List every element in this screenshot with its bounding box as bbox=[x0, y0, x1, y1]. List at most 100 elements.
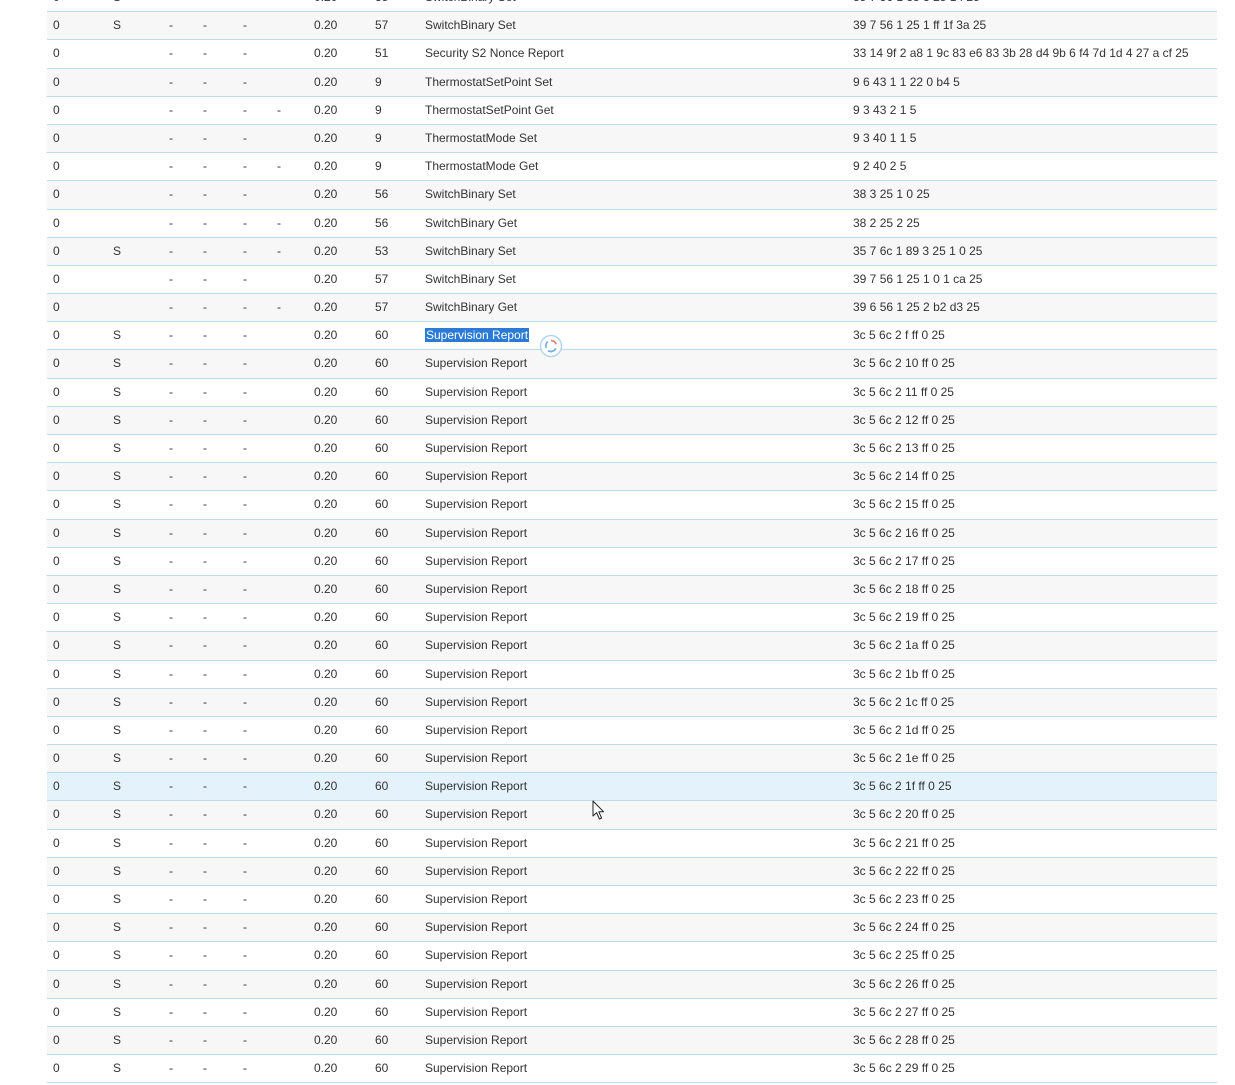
payload-cell: 3c 5 6c 2 27 ff 0 25 bbox=[853, 1004, 955, 1019]
table-row[interactable]: 0 S - - - 0.20 35 SwitchBinary Set 35 7 56 1 35 … bbox=[47, 0, 1217, 13]
table-row[interactable]: 0 S - - - 0.20 60 Supervision Report 3c 5 6c 2 f… bbox=[47, 322, 1217, 351]
dash-cell: - bbox=[203, 187, 207, 202]
table-row[interactable]: 0 S - - - 0.20 60 Supervision Report 3c 5 6c 2 1… bbox=[47, 745, 1217, 774]
dash-cell: - bbox=[203, 835, 207, 850]
table-row[interactable]: 0 - - - 0.20 9 ThermostatMode Set 9 3 40 1 1 5 bbox=[47, 124, 1217, 154]
status-cell: 0 bbox=[53, 863, 60, 878]
dash-cell: - bbox=[169, 525, 173, 540]
security-flag-cell: S bbox=[113, 1061, 122, 1076]
command-name-cell: Supervision Report bbox=[425, 553, 528, 568]
table-row[interactable]: 0 S - - - 0.20 60 Supervision Report 3c 5 6c 2 2… bbox=[47, 857, 1217, 886]
payload-cell: 35 7 6c 1 89 3 25 1 0 25 bbox=[853, 243, 983, 258]
security-flag-cell: S bbox=[113, 412, 122, 427]
table-row[interactable]: 0 S - - - 0.20 60 Supervision Report 3c 5 6c 2 1… bbox=[47, 604, 1217, 633]
command-class-cell: 60 bbox=[375, 722, 389, 737]
dash-cell: - bbox=[243, 892, 247, 906]
command-class-cell: 60 bbox=[375, 469, 389, 484]
version-cell: 0.20 bbox=[314, 638, 338, 653]
command-class-cell: 60 bbox=[375, 948, 389, 963]
table-row[interactable]: 0 S - - - 0.20 60 Supervision Report 3c 5 6c 2 1… bbox=[47, 519, 1217, 548]
command-name-cell: SwitchBinary Set bbox=[425, 18, 516, 33]
command-name-cell: Supervision Report bbox=[425, 863, 528, 878]
status-cell: 0 bbox=[53, 1061, 60, 1076]
command-name-cell: Security S2 Nonce Report bbox=[425, 46, 564, 61]
table-row[interactable]: 0 S - - - 0.20 60 Supervision Report 3c 5 6c 2 2… bbox=[47, 1055, 1217, 1084]
command-class-cell: 60 bbox=[375, 863, 389, 878]
table-row[interactable]: 0 S - - - 0.20 57 SwitchBinary Set 39 7 56 1 25 … bbox=[47, 12, 1217, 41]
table-row[interactable]: 0 - - - 0.20 57 SwitchBinary Set 39 7 56 1 25 1… bbox=[47, 265, 1217, 295]
payload-cell: 3c 5 6c 2 29 ff 0 25 bbox=[853, 1061, 955, 1076]
table-row[interactable]: 0 S - - - 0.20 60 Supervision Report 3c 5 6c 2 1… bbox=[47, 773, 1217, 802]
table-row[interactable]: 0 - - - - 0.20 9 ThermostatMode Get 9 2 40 2 5 bbox=[47, 153, 1217, 182]
table-row[interactable]: 0 S - - - 0.20 60 Supervision Report 3c 5 6c 2 2… bbox=[47, 1026, 1217, 1056]
table-row[interactable]: 0 S - - - 0.20 60 Supervision Report 3c 5 6c 2 1… bbox=[47, 688, 1217, 717]
command-name-cell: Supervision Report bbox=[425, 779, 528, 794]
dash-cell: - bbox=[169, 384, 173, 399]
table-row[interactable]: 0 S - - - 0.20 60 Supervision Report 3c 5 6c 2 1… bbox=[47, 716, 1217, 746]
table-row[interactable]: 0 - - - 0.20 51 Security S2 Nonce Report 33 14 … bbox=[47, 40, 1217, 69]
dash-cell: - bbox=[243, 1061, 247, 1076]
table-row[interactable]: 0 S - - - 0.20 60 Supervision Report 3c 5 6c 2 2… bbox=[47, 998, 1217, 1027]
payload-cell: 3c 5 6c 2 14 ff 0 25 bbox=[853, 469, 955, 484]
command-name-cell: Supervision Report bbox=[425, 469, 528, 484]
table-row[interactable]: 0 S - - - - 0.20 53 SwitchBinary Set 35 7 6c 1 89… bbox=[47, 237, 1217, 266]
dash-cell: - bbox=[169, 666, 173, 681]
version-cell: 0.20 bbox=[314, 412, 338, 427]
dash-cell: - bbox=[243, 243, 247, 258]
dash-cell: - bbox=[203, 46, 207, 61]
frame-log-table-viewport[interactable]: 0 S - - - 0.20 35 SwitchBinary Set 35 7 56 1 35 … bbox=[47, 0, 1217, 1085]
table-row[interactable]: 0 S - - - 0.20 60 Supervision Report 3c 5 6c 2 1… bbox=[47, 547, 1217, 576]
command-name-cell: Supervision Report bbox=[425, 384, 528, 399]
dash-cell: - bbox=[243, 356, 247, 371]
table-row[interactable]: 0 S - - - 0.20 60 Supervision Report 3c 5 6c 2 1… bbox=[47, 660, 1217, 689]
table-row[interactable]: 0 S - - - 0.20 60 Supervision Report 3c 5 6c 2 1… bbox=[47, 378, 1217, 407]
table-row[interactable]: 0 S - - - 0.20 60 Supervision Report 3c 5 6c 2 1… bbox=[47, 632, 1217, 661]
table-row[interactable]: 0 S - - - 0.20 60 Supervision Report 3c 5 6c 2 1… bbox=[47, 463, 1217, 492]
security-flag-cell: S bbox=[113, 863, 122, 878]
status-cell: 0 bbox=[53, 441, 60, 455]
table-row[interactable]: 0 - - - - 0.20 56 SwitchBinary Get 38 2 25 2 25 bbox=[47, 209, 1217, 238]
command-class-cell: 57 bbox=[375, 271, 389, 286]
table-row[interactable]: 0 S - - - 0.20 60 Supervision Report 3c 5 6c 2 2… bbox=[47, 970, 1217, 999]
payload-cell: 3c 5 6c 2 10 ff 0 25 bbox=[853, 356, 955, 371]
dash-cell: - bbox=[203, 469, 207, 484]
payload-cell: 3c 5 6c 2 1f ff 0 25 bbox=[853, 779, 952, 794]
table-row[interactable]: 0 S - - - 0.20 60 Supervision Report 3c 5 6c 2 2… bbox=[47, 801, 1217, 830]
dash-cell: - bbox=[243, 694, 247, 709]
table-row[interactable]: 0 S - - - 0.20 60 Supervision Report 3c 5 6c 2 1… bbox=[47, 406, 1217, 435]
table-row[interactable]: 0 - - - 0.20 9 ThermostatSetPoint Set 9 6 43 1 … bbox=[47, 68, 1217, 97]
table-row[interactable]: 0 - - - - 0.20 9 ThermostatSetPoint Get 9 3 43 2… bbox=[47, 96, 1217, 125]
payload-cell: 3c 5 6c 2 13 ff 0 25 bbox=[853, 441, 955, 455]
dash-cell: - bbox=[243, 102, 247, 117]
table-row[interactable]: 0 S - - - 0.20 60 Supervision Report 3c 5 6c 2 1… bbox=[47, 350, 1217, 379]
dash-cell: - bbox=[277, 215, 281, 230]
status-cell: 0 bbox=[53, 469, 60, 484]
status-cell: 0 bbox=[53, 779, 60, 794]
frame-log-table: 0 S - - - 0.20 35 SwitchBinary Set 35 7 56 1 35 … bbox=[47, 0, 1217, 1084]
command-name-cell: SwitchBinary Set bbox=[425, 0, 516, 11]
security-flag-cell: S bbox=[113, 976, 122, 991]
command-name-cell: Supervision Report bbox=[425, 807, 528, 822]
dash-cell: - bbox=[203, 638, 207, 653]
table-row[interactable]: 0 - - - - 0.20 57 SwitchBinary Get 39 6 56 1 25 … bbox=[47, 294, 1217, 323]
dash-cell: - bbox=[169, 469, 173, 484]
dash-cell: - bbox=[169, 215, 173, 230]
security-flag-cell: S bbox=[113, 610, 122, 625]
table-row[interactable]: 0 S - - - 0.20 60 Supervision Report 3c 5 6c 2 1… bbox=[47, 575, 1217, 605]
command-class-cell: 60 bbox=[375, 412, 389, 427]
command-name-cell: SwitchBinary Set bbox=[425, 187, 516, 202]
table-row[interactable]: 0 S - - - 0.20 60 Supervision Report 3c 5 6c 2 2… bbox=[47, 942, 1217, 971]
table-row[interactable]: 0 S - - - 0.20 60 Supervision Report 3c 5 6c 2 2… bbox=[47, 829, 1217, 858]
table-row[interactable]: 0 - - - 0.20 56 SwitchBinary Set 38 3 25 1 0 25 bbox=[47, 181, 1217, 210]
security-flag-cell: S bbox=[113, 920, 122, 935]
table-row[interactable]: 0 S - - - 0.20 60 Supervision Report 3c 5 6c 2 2… bbox=[47, 886, 1217, 915]
table-row[interactable]: 0 S - - - 0.20 60 Supervision Report 3c 5 6c 2 2… bbox=[47, 914, 1217, 943]
table-row[interactable]: 0 S - - - 0.20 60 Supervision Report 3c 5 6c 2 1… bbox=[47, 491, 1217, 520]
version-cell: 0.20 bbox=[314, 525, 338, 540]
version-cell: 0.20 bbox=[314, 74, 338, 89]
version-cell: 0.20 bbox=[314, 835, 338, 850]
table-row[interactable]: 0 S - - - 0.20 60 Supervision Report 3c 5 6c 2 1… bbox=[47, 435, 1217, 464]
security-flag-cell: S bbox=[113, 835, 122, 850]
payload-cell: 3c 5 6c 2 26 ff 0 25 bbox=[853, 976, 955, 991]
dash-cell: - bbox=[169, 187, 173, 202]
